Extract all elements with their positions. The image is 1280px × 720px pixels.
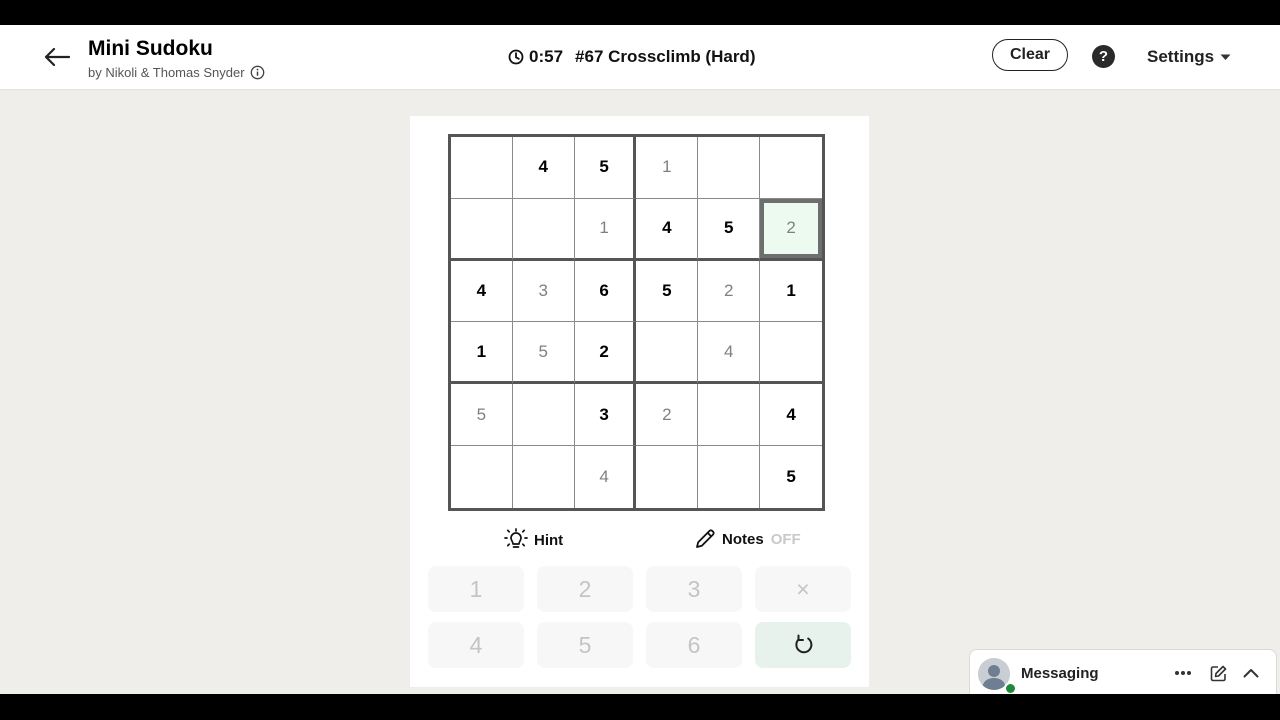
sudoku-cell[interactable]: 4 <box>698 322 761 385</box>
clock-icon <box>508 49 524 65</box>
sudoku-cell[interactable]: 1 <box>636 137 699 199</box>
sudoku-cell[interactable]: 6 <box>574 260 637 323</box>
sudoku-cell[interactable]: 5 <box>512 322 575 385</box>
more-options-icon[interactable] <box>1172 662 1194 684</box>
lightbulb-icon <box>504 528 528 548</box>
help-icon[interactable]: ? <box>1092 45 1115 68</box>
sudoku-cell[interactable]: 4 <box>636 198 699 261</box>
chevron-up-icon <box>1243 669 1259 678</box>
sudoku-cell[interactable]: 4 <box>760 384 822 447</box>
sudoku-cell[interactable] <box>451 446 513 508</box>
sudoku-cell[interactable] <box>512 198 575 261</box>
sudoku-cell[interactable]: 5 <box>636 260 699 323</box>
notes-state: OFF <box>770 530 801 548</box>
sudoku-cell[interactable]: 5 <box>698 198 761 261</box>
online-status-badge <box>1004 682 1017 694</box>
app-viewport: Mini Sudoku by Nikoli & Thomas Snyder 0:… <box>0 25 1280 694</box>
hint-button[interactable]: Hint <box>504 528 563 552</box>
sudoku-cell[interactable] <box>451 198 513 261</box>
arrow-left-icon <box>44 47 70 67</box>
clear-button[interactable]: Clear <box>992 39 1068 71</box>
game-byline: by Nikoli & Thomas Snyder <box>88 65 265 80</box>
sudoku-cell[interactable]: 5 <box>760 446 822 508</box>
byline-text: by Nikoli & Thomas Snyder <box>88 65 245 80</box>
sudoku-cell[interactable] <box>698 137 761 199</box>
caret-down-icon <box>1220 54 1231 60</box>
sudoku-cell[interactable]: 5 <box>451 384 513 447</box>
pencil-icon <box>696 529 715 548</box>
info-icon[interactable] <box>250 65 265 80</box>
game-header: Mini Sudoku by Nikoli & Thomas Snyder 0:… <box>0 25 1280 90</box>
sudoku-cell[interactable] <box>512 446 575 508</box>
sudoku-cell[interactable] <box>512 384 575 447</box>
expand-icon[interactable] <box>1240 662 1262 684</box>
sudoku-grid: 45114524365211524532445 <box>448 134 825 511</box>
numpad-3-button[interactable]: 3 <box>646 566 742 612</box>
sudoku-cell[interactable]: 4 <box>574 446 637 508</box>
sudoku-cell[interactable] <box>760 322 822 385</box>
sudoku-cell[interactable]: 2 <box>760 198 822 261</box>
sudoku-cell[interactable]: 2 <box>574 322 637 385</box>
notes-label: Notes <box>722 530 764 548</box>
numpad-2-button[interactable]: 2 <box>537 566 633 612</box>
back-button[interactable] <box>40 41 74 73</box>
messaging-bar[interactable]: Messaging <box>969 649 1277 694</box>
settings-button[interactable]: Settings <box>1147 47 1231 67</box>
sudoku-cell[interactable]: 3 <box>574 384 637 447</box>
sudoku-cell[interactable]: 4 <box>451 260 513 323</box>
compose-icon[interactable] <box>1207 662 1229 684</box>
notes-toggle[interactable]: Notes OFF <box>694 528 801 550</box>
undo-icon <box>795 634 813 654</box>
undo-button[interactable] <box>755 622 851 668</box>
sudoku-cell[interactable]: 3 <box>512 260 575 323</box>
numpad-6-button[interactable]: 6 <box>646 622 742 668</box>
puzzle-label: #67 Crossclimb (Hard) <box>575 47 756 66</box>
game-card: 45114524365211524532445 Hint Notes OFF 1… <box>410 116 869 687</box>
sudoku-cell[interactable]: 1 <box>760 260 822 323</box>
numpad-1-button[interactable]: 1 <box>428 566 524 612</box>
sudoku-cell[interactable] <box>698 446 761 508</box>
sudoku-cell[interactable]: 5 <box>574 137 637 199</box>
messaging-label: Messaging <box>1021 665 1099 682</box>
sudoku-cell[interactable]: 2 <box>698 260 761 323</box>
timer: 0:57 <box>508 47 563 67</box>
sudoku-cell[interactable] <box>760 137 822 199</box>
sudoku-cell[interactable] <box>451 137 513 199</box>
numpad-5-button[interactable]: 5 <box>537 622 633 668</box>
sudoku-cell[interactable]: 1 <box>451 322 513 385</box>
timer-value: 0:57 <box>529 47 564 66</box>
settings-label: Settings <box>1147 47 1215 66</box>
sudoku-cell[interactable]: 2 <box>636 384 699 447</box>
sudoku-cell[interactable]: 1 <box>574 198 637 261</box>
ellipsis-icon <box>1175 671 1191 675</box>
sudoku-cell[interactable] <box>636 446 699 508</box>
compose-message-icon <box>1210 665 1226 681</box>
puzzle-info: 0:57 #67 Crossclimb (Hard) <box>508 47 755 67</box>
game-title: Mini Sudoku <box>88 37 213 60</box>
sudoku-cell[interactable] <box>698 384 761 447</box>
sudoku-cell[interactable] <box>636 322 699 385</box>
numpad-4-button[interactable]: 4 <box>428 622 524 668</box>
hint-label: Hint <box>534 531 564 549</box>
erase-button[interactable]: × <box>755 566 851 612</box>
sudoku-cell[interactable]: 4 <box>512 137 575 199</box>
